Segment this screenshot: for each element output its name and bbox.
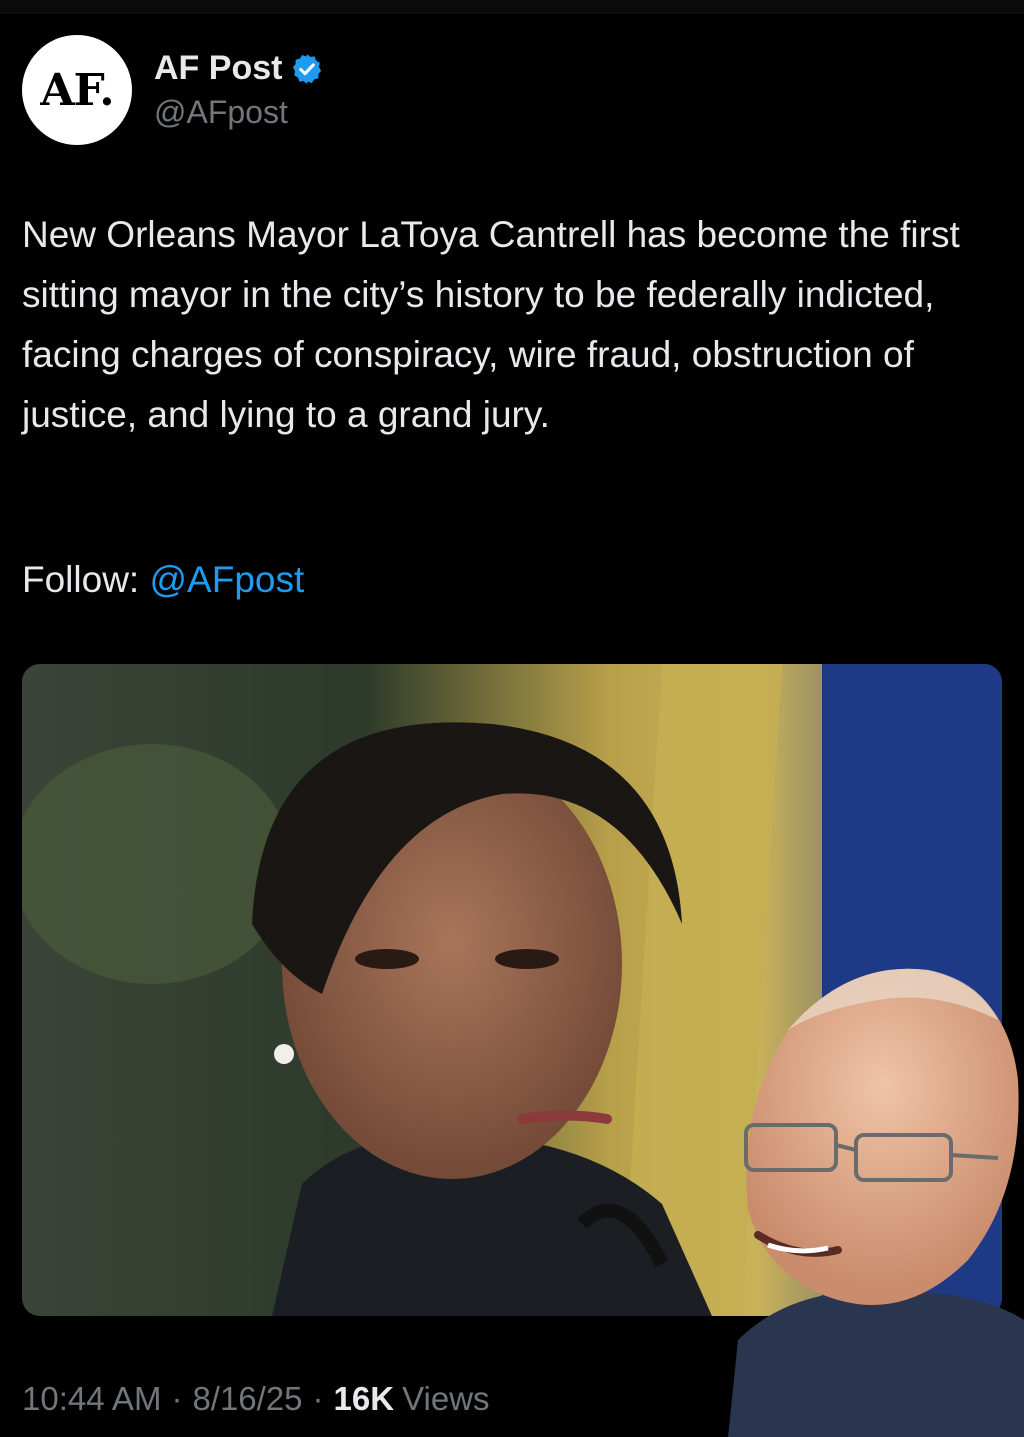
- avatar[interactable]: AF.: [22, 35, 132, 145]
- timestamp-date[interactable]: 8/16/25: [192, 1380, 302, 1418]
- views-label: Views: [402, 1380, 490, 1417]
- tweet-meta: 10:44 AM · 8/16/25 · 16K Views: [22, 1374, 490, 1424]
- tweet-body: New Orleans Mayor LaToya Cantrell has be…: [22, 214, 971, 435]
- overlay-person-cutout: [728, 968, 1024, 1437]
- meta-separator: ·: [312, 1380, 324, 1417]
- name-row: AF Post: [154, 49, 324, 88]
- tweet-header: AF. AF Post @AFpost: [22, 30, 1002, 150]
- display-name[interactable]: AF Post: [154, 49, 282, 88]
- verified-badge-icon: [293, 53, 322, 84]
- timestamp-time[interactable]: 10:44 AM: [22, 1380, 161, 1418]
- author-info[interactable]: AF Post @AFpost: [154, 49, 324, 131]
- follow-label: Follow:: [22, 559, 140, 600]
- status-strip: [0, 0, 1024, 14]
- handle[interactable]: @AFpost: [154, 94, 324, 131]
- follow-mention-link[interactable]: @AFpost: [149, 559, 304, 600]
- meta-separator: ·: [171, 1380, 183, 1417]
- follow-line: Follow: @AFpost: [22, 555, 1002, 605]
- views-count: 16K: [333, 1380, 395, 1417]
- avatar-text: AF.: [40, 64, 114, 116]
